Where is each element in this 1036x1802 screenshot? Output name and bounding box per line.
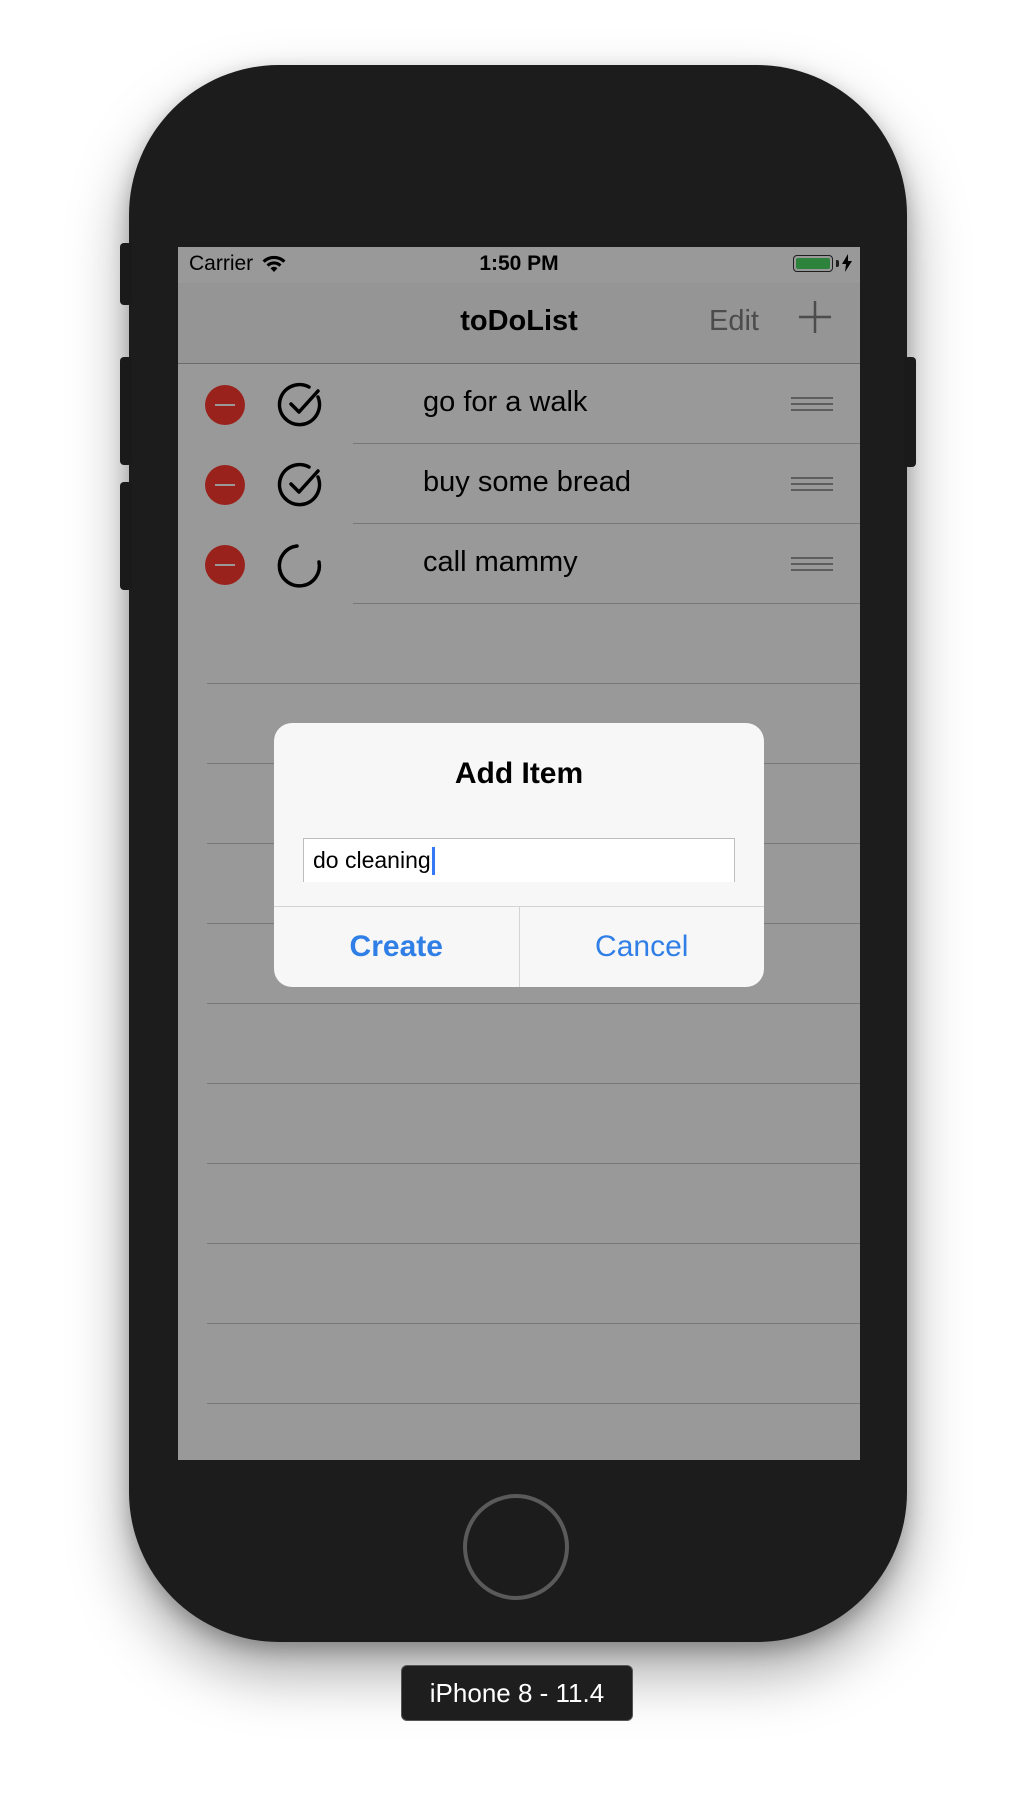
add-item-alert: Add Item do cleaning Create Cancel (274, 723, 764, 987)
item-text-value: do cleaning (313, 847, 431, 873)
cancel-button[interactable]: Cancel (518, 907, 765, 987)
screen: Carrier 1:50 PM toDoList Edit go for a w… (178, 247, 860, 1460)
volume-down-button (120, 482, 132, 590)
alert-title: Add Item (454, 757, 584, 790)
alert-button-row: Create Cancel (274, 906, 764, 987)
mute-switch (120, 243, 132, 305)
home-button[interactable] (463, 1494, 569, 1600)
power-button (904, 357, 916, 467)
create-button[interactable]: Create (274, 907, 519, 987)
device-label: iPhone 8 - 11.4 (401, 1665, 633, 1721)
item-text-field[interactable]: do cleaning (303, 838, 735, 882)
volume-up-button (120, 357, 132, 465)
simulator-stage: Carrier 1:50 PM toDoList Edit go for a w… (0, 0, 1036, 1802)
text-caret (431, 846, 435, 875)
